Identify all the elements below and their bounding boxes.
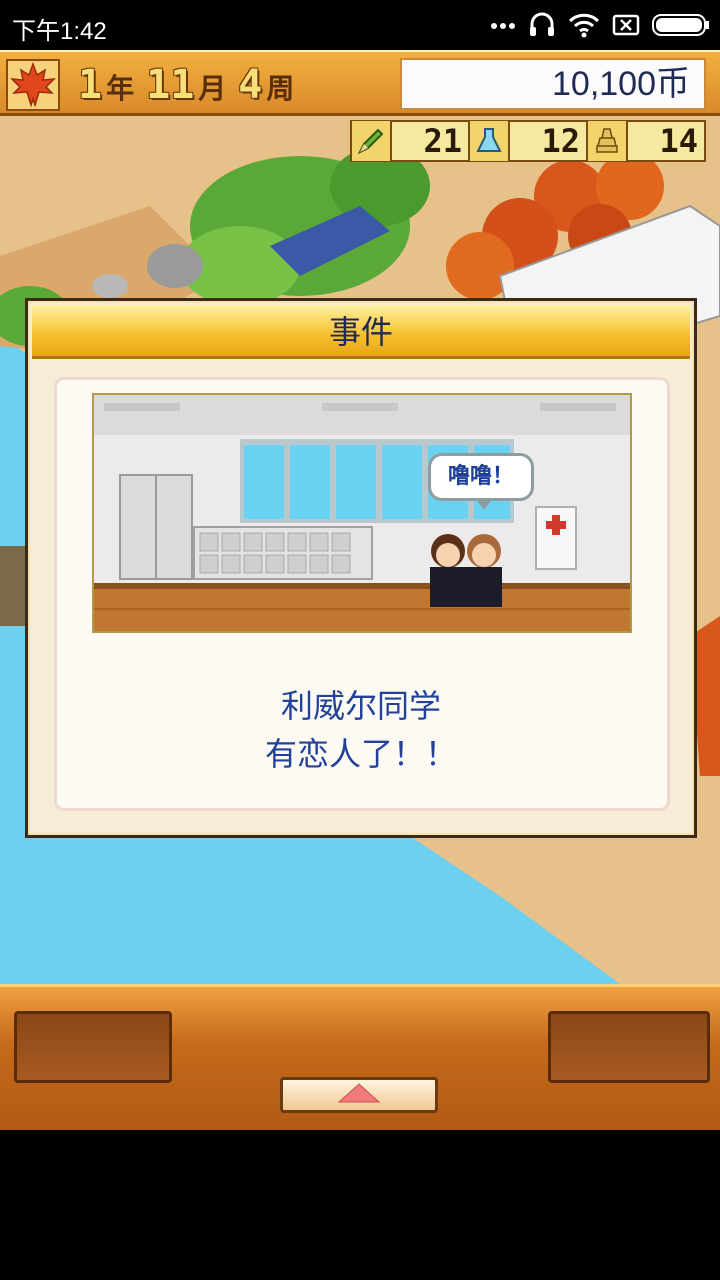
sim-x-icon — [612, 14, 640, 36]
event-message-line1: 利威尔同学 — [280, 687, 441, 725]
more-dots-icon — [490, 20, 516, 30]
trophy-icon — [588, 121, 628, 161]
stat-science-value: 12 — [541, 122, 580, 160]
week-unit: 周 — [266, 72, 295, 105]
speech-bubble: 噜噜！ — [428, 453, 534, 510]
stat-sports: 14 — [586, 120, 706, 162]
stat-science: 12 — [468, 120, 588, 162]
dialog-title: 事件 — [32, 305, 690, 359]
battery-icon — [652, 13, 710, 37]
year-number: 1 — [78, 62, 103, 108]
headset-icon — [528, 11, 556, 39]
wifi-icon — [568, 12, 600, 38]
right-menu-slot[interactable] — [548, 1011, 710, 1083]
flask-icon — [470, 121, 510, 161]
week-number: 4 — [238, 62, 263, 108]
event-dialog[interactable]: 事件 噜噜！ 利威尔同学 有恋人了！！ — [25, 298, 697, 838]
month-unit: 月 — [198, 72, 227, 105]
stats-bar: 21 12 14 — [350, 120, 706, 166]
stat-study: 21 — [350, 120, 470, 162]
money-display: 10,100币 — [400, 58, 706, 110]
game-date: 1 年 11 月 4 周 — [78, 62, 302, 108]
triangle-up-icon — [337, 1082, 381, 1108]
bottom-control-panel — [0, 984, 720, 1130]
status-time: 下午1:42 — [12, 18, 107, 45]
maple-leaf-icon — [6, 59, 60, 111]
top-hud: 1 年 11 月 4 周 10,100币 — [0, 50, 720, 116]
expand-menu-button[interactable] — [280, 1077, 438, 1113]
stat-sports-value: 14 — [659, 122, 698, 160]
month-number: 11 — [146, 62, 195, 108]
stat-study-value: 21 — [423, 122, 462, 160]
status-bar: 下午1:42 — [0, 0, 720, 50]
event-message-line2: 有恋人了！！ — [264, 735, 457, 773]
pencil-icon — [352, 121, 392, 161]
nav-area — [0, 1130, 720, 1280]
event-illustration — [92, 393, 632, 633]
year-unit: 年 — [106, 72, 135, 105]
left-menu-slot[interactable] — [14, 1011, 172, 1083]
